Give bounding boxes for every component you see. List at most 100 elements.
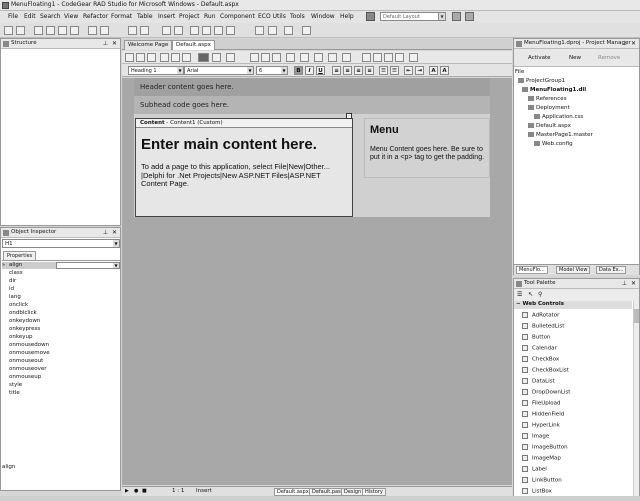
menu-search[interactable]: Search bbox=[40, 13, 61, 20]
property-class[interactable]: class bbox=[9, 270, 23, 276]
highlight-color-button[interactable]: A bbox=[440, 66, 449, 75]
palette-item-hiddenfield[interactable]: HiddenField bbox=[522, 411, 564, 418]
menu-tools[interactable]: Tools bbox=[290, 13, 305, 20]
lock-icon[interactable] bbox=[409, 53, 418, 62]
tab-model-view[interactable]: Model View bbox=[556, 266, 591, 274]
open-icon[interactable] bbox=[34, 26, 43, 35]
numbered-list-button[interactable]: ☰ bbox=[379, 66, 388, 75]
find-icon[interactable] bbox=[182, 53, 191, 62]
new-button[interactable]: New bbox=[569, 55, 581, 61]
pin-icon[interactable]: ⊥ bbox=[622, 39, 627, 48]
tree-item-projectgroup[interactable]: ProjectGroup1 bbox=[518, 78, 565, 84]
back-icon[interactable] bbox=[255, 26, 264, 35]
menu-format[interactable]: Format bbox=[111, 13, 132, 20]
redo-icon[interactable] bbox=[140, 26, 149, 35]
palette-item-adrotator[interactable]: AdRotator bbox=[522, 312, 559, 319]
record-icon[interactable]: ● bbox=[134, 487, 138, 496]
insert-link-icon[interactable] bbox=[286, 53, 295, 62]
palette-item-label[interactable]: Label bbox=[522, 466, 547, 473]
save-icon[interactable] bbox=[46, 26, 55, 35]
insert-div-icon[interactable] bbox=[300, 53, 309, 62]
tree-item-application-css[interactable]: Application.css bbox=[534, 114, 583, 120]
save-layout-icon[interactable] bbox=[452, 12, 461, 21]
palette-item-hyperlink[interactable]: HyperLink bbox=[522, 422, 560, 429]
align-right-button[interactable]: ≡ bbox=[354, 66, 363, 75]
tab-default-aspx[interactable]: Default.aspx bbox=[172, 40, 215, 50]
insert-table-icon[interactable] bbox=[261, 53, 270, 62]
tree-item-references[interactable]: References bbox=[528, 96, 567, 102]
tab-welcome-page[interactable]: Welcome Page bbox=[124, 40, 173, 50]
underline-button[interactable]: U bbox=[316, 66, 325, 75]
palette-scrollbar[interactable] bbox=[633, 301, 639, 499]
filter-icon[interactable]: ⚲ bbox=[538, 291, 542, 298]
scrollbar-thumb[interactable] bbox=[634, 309, 639, 323]
tree-item-project[interactable]: MenuFloating1.dll bbox=[522, 87, 586, 93]
align-top-icon[interactable] bbox=[373, 53, 382, 62]
align-left-button[interactable]: ≡ bbox=[332, 66, 341, 75]
indent-button[interactable]: ⇥ bbox=[415, 66, 424, 75]
menu-refactor[interactable]: Refactor bbox=[83, 13, 108, 20]
remove-button[interactable]: Remove bbox=[598, 55, 620, 61]
tab-default-pas[interactable]: Default.pas bbox=[309, 488, 344, 496]
insert-span-icon[interactable] bbox=[342, 53, 351, 62]
tree-item-web-config[interactable]: Web.config bbox=[534, 141, 573, 147]
forward-icon[interactable] bbox=[268, 26, 277, 35]
save-all-icon[interactable] bbox=[58, 26, 67, 35]
menu-project[interactable]: Project bbox=[179, 13, 200, 20]
menu-body-text[interactable]: Menu Content goes here. Be sure to put i… bbox=[370, 146, 485, 162]
menu-file[interactable]: File bbox=[8, 13, 18, 20]
bold-button[interactable]: B bbox=[294, 66, 303, 75]
new-items-icon[interactable] bbox=[16, 26, 25, 35]
step-into-icon[interactable] bbox=[214, 26, 223, 35]
tab-design[interactable]: Design bbox=[341, 488, 365, 496]
show-grid-icon[interactable] bbox=[212, 53, 221, 62]
close-icon[interactable]: ✕ bbox=[631, 279, 636, 288]
menu-run[interactable]: Run bbox=[204, 13, 216, 20]
tree-item-default-aspx[interactable]: Default.aspx bbox=[528, 123, 571, 129]
property-ondblclick[interactable]: ondblclick bbox=[9, 310, 37, 316]
new-icon[interactable] bbox=[4, 26, 13, 35]
insert-image-icon[interactable] bbox=[250, 53, 259, 62]
activate-button[interactable]: Activate bbox=[528, 55, 551, 61]
style-combo[interactable]: Heading 1 ▼ bbox=[128, 66, 184, 75]
pin-icon[interactable]: ⊥ bbox=[103, 228, 108, 237]
menu-table[interactable]: Table bbox=[137, 13, 153, 20]
palette-item-button[interactable]: Button bbox=[522, 334, 550, 341]
justify-button[interactable]: ≡ bbox=[365, 66, 374, 75]
send-back-icon[interactable] bbox=[395, 53, 404, 62]
smart-tag-icon[interactable]: › bbox=[346, 113, 352, 119]
pin-icon[interactable]: ⊥ bbox=[103, 39, 108, 48]
content-placeholder[interactable]: Content - Content1 (Custom) Enter main c… bbox=[135, 118, 353, 217]
step-over-icon[interactable] bbox=[226, 26, 235, 35]
tab-default-aspx-source[interactable]: Default.aspx bbox=[274, 488, 312, 496]
close-icon[interactable]: ✕ bbox=[112, 39, 117, 48]
category-web-controls[interactable]: − Web Controls bbox=[514, 301, 632, 309]
property-onkeypress[interactable]: onkeypress bbox=[9, 326, 40, 332]
run-icon[interactable] bbox=[162, 26, 171, 35]
categories-icon[interactable]: ☰ bbox=[517, 291, 522, 298]
outdent-button[interactable]: ⇤ bbox=[404, 66, 413, 75]
insert-hr-icon[interactable] bbox=[328, 53, 337, 62]
menu-heading[interactable]: Menu bbox=[370, 124, 399, 136]
tab-data-explorer[interactable]: Data Ex... bbox=[596, 266, 627, 274]
menu-region[interactable]: Menu Menu Content goes here. Be sure to … bbox=[364, 118, 490, 178]
tab-history[interactable]: History bbox=[362, 488, 386, 496]
paste-icon[interactable] bbox=[147, 53, 156, 62]
menu-help[interactable]: Help bbox=[340, 13, 354, 20]
palette-item-datalist[interactable]: DataList bbox=[522, 378, 555, 385]
display-details-icon[interactable] bbox=[198, 53, 209, 62]
property-onclick[interactable]: onclick bbox=[9, 302, 28, 308]
tab-project-manager[interactable]: MenuFlo... bbox=[516, 266, 548, 274]
subhead-region[interactable]: Subhead code goes here. bbox=[134, 96, 490, 114]
object-selector[interactable]: H1 ▼ bbox=[2, 239, 120, 248]
main-heading[interactable]: Enter main content here. bbox=[141, 136, 317, 153]
property-onmouseout[interactable]: onmouseout bbox=[9, 358, 43, 364]
layout-select[interactable]: Default Layout ▼ bbox=[380, 12, 446, 21]
close-icon[interactable]: ✕ bbox=[112, 228, 117, 237]
tree-item-masterpage[interactable]: MasterPage1.master bbox=[528, 132, 593, 138]
header-region[interactable]: Header content goes here. bbox=[134, 78, 490, 96]
close-icon[interactable]: ✕ bbox=[631, 39, 636, 48]
main-body-text[interactable]: To add a page to this application, selec… bbox=[141, 162, 341, 189]
menu-window[interactable]: Window bbox=[311, 13, 335, 20]
pin-icon[interactable]: ⊥ bbox=[622, 279, 627, 288]
